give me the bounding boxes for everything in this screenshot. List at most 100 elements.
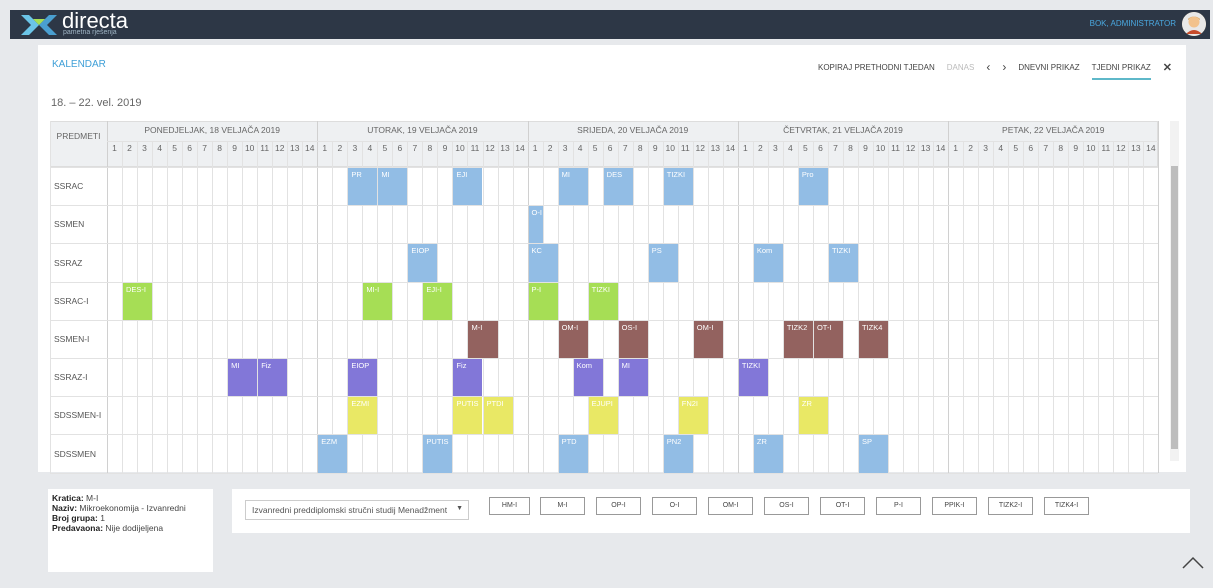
schedule-event[interactable]: M-I <box>468 320 498 358</box>
grid-column-line <box>512 141 514 473</box>
next-week-button[interactable]: › <box>1002 60 1006 74</box>
grid-scrollbar[interactable] <box>1170 121 1179 461</box>
schedule-event[interactable]: PTD <box>558 435 588 473</box>
schedule-event[interactable]: TIZKI <box>588 282 618 320</box>
row-label: SSRAC-I <box>54 295 89 306</box>
schedule-event[interactable]: TIZKI <box>738 359 768 397</box>
schedule-event[interactable]: TIZKI <box>828 244 858 282</box>
schedule-event[interactable]: MI <box>228 359 258 397</box>
schedule-event[interactable]: DES <box>603 168 633 206</box>
schedule-event[interactable]: MI-I <box>363 282 393 320</box>
hour-header: 5 <box>592 143 598 153</box>
schedule-event[interactable]: TIZK4 <box>859 320 889 358</box>
schedule-event[interactable]: PUTIS <box>453 397 483 435</box>
scrollbar-thumb[interactable] <box>1171 166 1178 449</box>
schedule-event[interactable]: SP <box>859 435 889 473</box>
grid-column-line <box>858 141 859 473</box>
schedule-event[interactable]: TIZK2 <box>783 320 813 358</box>
close-icon[interactable]: ✕ <box>1163 61 1172 74</box>
grid-column-line <box>152 141 154 473</box>
scroll-to-top-icon[interactable] <box>1180 550 1206 576</box>
schedule-event[interactable]: EZMI <box>348 397 378 435</box>
schedule-event[interactable]: MI <box>378 168 408 206</box>
hour-header: 10 <box>244 143 255 153</box>
schedule-event[interactable]: PS <box>648 244 678 282</box>
hour-header: 8 <box>848 143 853 153</box>
schedule-event[interactable]: FN2I <box>678 397 708 435</box>
copy-previous-week-button[interactable]: KOPIRAJ PRETHODNI TJEDAN <box>818 63 935 72</box>
directa-logo-icon[interactable] <box>21 13 57 37</box>
schedule-event[interactable]: EJI-I <box>423 282 453 320</box>
grid-column-line <box>948 121 950 473</box>
hour-header: 4 <box>157 143 162 153</box>
schedule-event[interactable]: PUTIS <box>423 435 453 473</box>
schedule-event[interactable]: OM-I <box>693 320 723 358</box>
grid-column-line <box>1143 141 1145 473</box>
grid-column-line <box>888 141 890 473</box>
schedule-event[interactable]: Fiz <box>453 359 483 397</box>
grid-column-line <box>842 141 844 473</box>
schedule-event[interactable]: P-I <box>528 282 558 320</box>
group-button[interactable]: HM-I <box>489 497 530 515</box>
row-label: SDSSMEN-I <box>54 410 102 421</box>
hour-header: 5 <box>172 143 177 153</box>
grid-column-line <box>407 141 409 473</box>
schedule-event[interactable]: KC <box>528 244 558 282</box>
schedule-event[interactable]: OM-I <box>558 320 588 358</box>
hour-header: 14 <box>515 143 525 153</box>
group-button[interactable]: PPIK-I <box>932 497 977 515</box>
prev-week-button[interactable]: ‹ <box>986 60 990 74</box>
logo-tagline: pametna rješenja <box>63 29 117 36</box>
weekly-view-tab[interactable]: TJEDNI PRIKAZ <box>1091 63 1151 80</box>
schedule-event[interactable]: PN2 <box>663 435 693 473</box>
schedule-event[interactable]: EJI <box>453 168 483 206</box>
schedule-event[interactable]: EIOP <box>408 244 438 282</box>
schedule-event[interactable]: PR <box>348 168 378 206</box>
group-button[interactable]: OM-I <box>708 497 753 515</box>
study-program-value: Izvanredni preddiplomski stručni studij … <box>252 505 448 515</box>
schedule-event[interactable]: MI <box>618 359 648 397</box>
schedule-event[interactable]: Kom <box>573 359 603 397</box>
daily-view-tab[interactable]: DNEVNI PRIKAZ <box>1018 63 1079 72</box>
grid-column-line <box>918 141 920 473</box>
study-program-select[interactable]: Izvanredni preddiplomski stručni studij … <box>245 500 469 520</box>
group-button[interactable]: M-I <box>540 497 585 515</box>
group-button[interactable]: O-I <box>652 497 697 515</box>
today-button[interactable]: DANAS <box>947 63 975 72</box>
schedule-event[interactable]: OT-I <box>813 320 843 358</box>
group-button[interactable]: P-I <box>876 497 921 515</box>
schedule-event[interactable]: O-I <box>528 206 543 244</box>
group-button[interactable]: TIZK2-I <box>988 497 1033 515</box>
schedule-event[interactable]: PTDI <box>483 397 513 435</box>
grid-header-divider <box>107 141 1159 142</box>
schedule-event[interactable]: OS-I <box>618 320 648 358</box>
grid-column-line <box>767 141 769 473</box>
schedule-event[interactable]: Fiz <box>258 359 288 397</box>
grid-column-line <box>182 141 184 473</box>
group-button[interactable]: OT-I <box>820 497 865 515</box>
group-button[interactable]: OS-I <box>764 497 809 515</box>
grid-column-line <box>50 121 51 473</box>
avatar[interactable] <box>1182 12 1206 36</box>
date-range-label: 18. – 22. vel. 2019 <box>51 97 142 109</box>
grid-column-line <box>257 141 259 473</box>
group-button[interactable]: OP-I <box>596 497 641 515</box>
schedule-event[interactable]: EIOP <box>348 359 378 397</box>
schedule-event[interactable]: EJUPI <box>588 397 618 435</box>
schedule-event[interactable]: MI <box>558 168 588 206</box>
hour-header: 5 <box>1013 143 1019 153</box>
schedule-event[interactable]: ZR <box>798 397 828 435</box>
hour-header: 12 <box>905 143 916 153</box>
schedule-event[interactable]: Pro <box>798 168 828 206</box>
grid-row-line <box>50 205 1159 207</box>
hour-header: 8 <box>217 143 222 153</box>
schedule-event[interactable]: Kom <box>753 244 783 282</box>
schedule-event[interactable]: DES-I <box>123 282 153 320</box>
user-greeting-link[interactable]: BOK, ADMINISTRATOR <box>1090 19 1176 29</box>
schedule-event[interactable]: TIZKI <box>663 168 693 206</box>
group-button[interactable]: TIZK4-I <box>1044 497 1089 515</box>
schedule-event[interactable]: EZM <box>318 435 348 473</box>
hour-header: 8 <box>637 143 643 153</box>
schedule-event[interactable]: ZR <box>753 435 783 473</box>
hour-header: 7 <box>1043 143 1049 153</box>
